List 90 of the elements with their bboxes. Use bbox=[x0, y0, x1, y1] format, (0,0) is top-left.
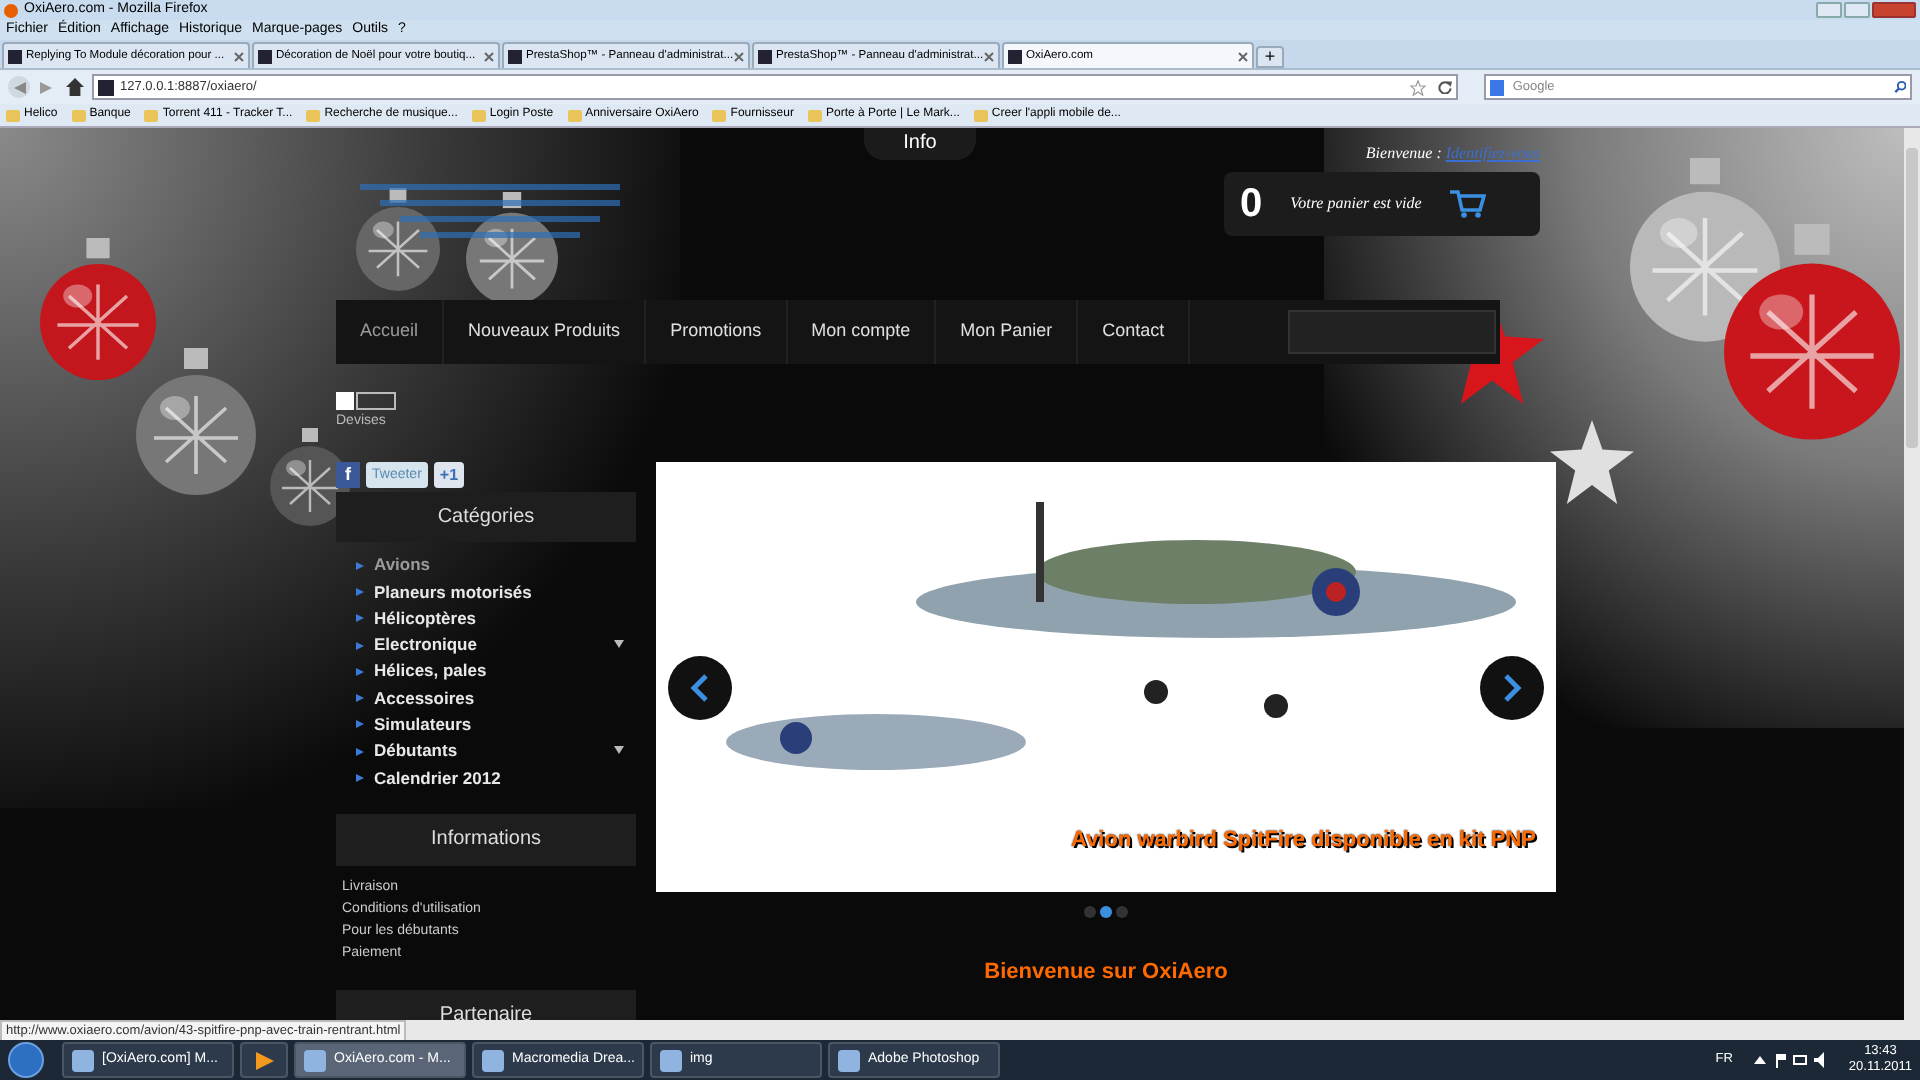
bullet-icon bbox=[356, 720, 364, 729]
back-button[interactable] bbox=[8, 76, 30, 98]
forward-arrow-icon bbox=[40, 81, 52, 93]
dropdown-icon[interactable] bbox=[614, 640, 624, 651]
new-tab-button[interactable]: + bbox=[1256, 46, 1284, 68]
bullet-icon bbox=[356, 667, 364, 676]
folder-icon bbox=[973, 109, 988, 121]
favicon-icon bbox=[758, 49, 772, 63]
category-link[interactable]: Calendrier 2012 bbox=[374, 765, 501, 791]
category-link[interactable]: Hélices, pales bbox=[374, 658, 487, 685]
category-link[interactable]: Hélicoptères bbox=[374, 605, 477, 632]
search-icon[interactable] bbox=[1893, 80, 1906, 94]
nav-link[interactable]: Accueil bbox=[336, 300, 445, 364]
close-icon[interactable] bbox=[984, 51, 994, 61]
bullet-icon bbox=[356, 614, 364, 623]
home-icon[interactable] bbox=[62, 75, 86, 99]
cart-count: 0 bbox=[1240, 182, 1263, 226]
favicon-icon bbox=[98, 79, 114, 95]
categories-header: Catégories bbox=[336, 492, 636, 542]
welcome-heading: Bienvenue sur OxiAero bbox=[984, 958, 1228, 988]
app-icon bbox=[660, 1049, 682, 1071]
nav-link[interactable]: Mon Panier bbox=[936, 300, 1079, 364]
category-link[interactable]: Planeurs motorisés bbox=[374, 579, 532, 605]
bullet-icon bbox=[356, 774, 364, 783]
tray-icons[interactable] bbox=[1754, 1052, 1827, 1068]
start-button[interactable] bbox=[8, 1042, 44, 1078]
cart-status: Votre panier est vide bbox=[1290, 194, 1422, 214]
ornament-drawing bbox=[270, 428, 350, 528]
category-link[interactable]: Electronique bbox=[374, 632, 477, 658]
favicon-icon bbox=[258, 49, 272, 63]
nav-link[interactable]: Nouveaux Produits bbox=[444, 300, 647, 364]
favicon-icon bbox=[8, 49, 22, 63]
chevron-left-icon bbox=[690, 674, 710, 702]
media-player-button[interactable] bbox=[240, 1042, 288, 1078]
close-icon[interactable] bbox=[484, 51, 494, 61]
cart-panel[interactable]: 0 Votre panier est vide bbox=[1224, 172, 1540, 236]
folder-icon bbox=[712, 109, 727, 121]
dropdown-icon[interactable] bbox=[614, 746, 624, 757]
chevron-right-icon bbox=[1502, 674, 1522, 702]
bullet-icon bbox=[356, 561, 364, 570]
favicon-icon bbox=[1008, 49, 1022, 63]
folder-icon bbox=[567, 109, 582, 121]
facebook-button[interactable]: f bbox=[336, 462, 360, 488]
folder-icon bbox=[306, 109, 321, 121]
nav-link[interactable]: Contact bbox=[1078, 300, 1191, 364]
app-icon bbox=[72, 1049, 94, 1071]
search-engine-icon bbox=[1490, 79, 1505, 95]
folder-icon bbox=[471, 109, 486, 121]
previous-slide-button[interactable] bbox=[668, 656, 732, 720]
category-link[interactable]: Accessoires bbox=[374, 685, 475, 711]
welcome-label: Bienvenue : bbox=[1365, 144, 1442, 164]
favicon-icon bbox=[508, 49, 522, 63]
currency-button[interactable] bbox=[356, 392, 396, 410]
folder-icon bbox=[6, 109, 20, 121]
close-icon[interactable] bbox=[1238, 51, 1248, 61]
folder-icon bbox=[71, 109, 86, 121]
forward-button[interactable] bbox=[36, 77, 56, 97]
app-icon bbox=[304, 1049, 326, 1071]
bullet-icon bbox=[356, 747, 364, 756]
folder-icon bbox=[144, 109, 159, 121]
app-icon bbox=[838, 1049, 860, 1071]
firefox-icon bbox=[4, 3, 18, 17]
close-icon[interactable] bbox=[734, 51, 744, 61]
google-plus-button[interactable]: +1 bbox=[433, 462, 465, 488]
ornament-drawing bbox=[356, 188, 440, 293]
partner-header: Partenaire bbox=[336, 989, 636, 1020]
star-drawing bbox=[1550, 420, 1634, 504]
bullet-icon bbox=[356, 641, 364, 650]
category-link[interactable]: Simulateurs bbox=[374, 712, 472, 738]
next-slide-button[interactable] bbox=[1480, 656, 1544, 720]
category-link[interactable]: Avions bbox=[374, 552, 431, 579]
info-tab[interactable]: Info bbox=[863, 128, 977, 160]
slide-caption: Avion warbird SpitFire disponible en kit PNP bbox=[1071, 825, 1536, 855]
category-link[interactable]: Débutants bbox=[374, 738, 458, 765]
nav-link[interactable]: Mon compte bbox=[787, 300, 937, 364]
search-input[interactable] bbox=[1288, 310, 1496, 354]
cart-icon bbox=[1449, 190, 1486, 218]
app-icon bbox=[482, 1049, 504, 1071]
star-icon[interactable] bbox=[1410, 79, 1426, 95]
information-header: Informations bbox=[336, 813, 636, 866]
bullet-icon bbox=[356, 587, 364, 596]
close-icon[interactable] bbox=[234, 51, 244, 61]
play-icon bbox=[255, 1051, 273, 1069]
folder-icon bbox=[807, 109, 822, 121]
vertical-scrollbar[interactable] bbox=[1904, 128, 1920, 1020]
bullet-icon bbox=[356, 694, 364, 703]
back-arrow-icon bbox=[13, 81, 25, 93]
nav-link[interactable]: Promotions bbox=[646, 300, 788, 364]
scrollbar-thumb[interactable] bbox=[1906, 148, 1918, 448]
reload-icon[interactable] bbox=[1438, 80, 1452, 94]
